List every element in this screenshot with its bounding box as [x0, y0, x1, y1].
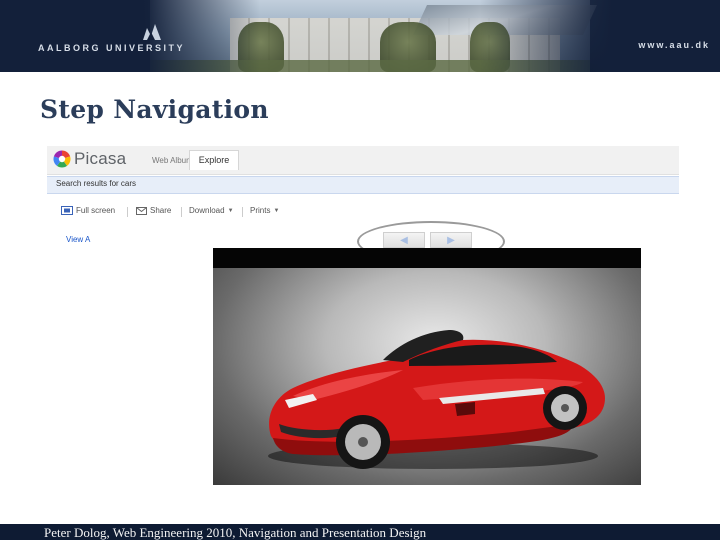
download-button[interactable]: Download ▼ — [189, 206, 234, 215]
prints-button[interactable]: Prints ▼ — [250, 206, 279, 215]
photo-link[interactable]: View A — [66, 235, 90, 244]
prints-label: Prints — [250, 206, 271, 215]
university-banner: AALBORG UNIVERSITY www.aau.dk — [0, 0, 720, 72]
banner-fade-right — [480, 0, 720, 72]
fullscreen-button[interactable]: Full screen — [61, 206, 115, 215]
fullscreen-icon — [61, 206, 73, 215]
chevron-down-icon: ▼ — [273, 207, 280, 214]
next-photo-button[interactable]: ▶ — [430, 232, 472, 248]
university-website: www.aau.dk — [638, 40, 710, 50]
previous-photo-button[interactable]: ◀ — [383, 232, 425, 248]
share-button[interactable]: Share — [136, 206, 171, 215]
right-arrow-icon: ▶ — [447, 234, 455, 246]
search-results-text: Search results for cars — [56, 179, 137, 188]
left-arrow-icon: ◀ — [400, 234, 408, 246]
university-name: AALBORG UNIVERSITY — [38, 43, 186, 53]
fullscreen-label: Full screen — [76, 206, 116, 215]
search-results-bar: Search results for cars — [47, 176, 679, 194]
toolbar-divider — [127, 207, 128, 217]
picasa-brand[interactable]: Picasa — [74, 149, 126, 169]
slide-footer: Peter Dolog, Web Engineering 2010, Navig… — [0, 524, 720, 540]
toolbar-divider — [242, 207, 243, 217]
chevron-down-icon: ▼ — [227, 207, 234, 214]
university-logo-icon — [143, 24, 161, 40]
download-label: Download — [189, 206, 225, 215]
share-label: Share — [150, 206, 172, 215]
picasa-header: Picasa Web Albums Explore — [47, 146, 679, 175]
red-convertible-image — [269, 330, 605, 469]
banner-fade-left — [0, 0, 260, 72]
picasa-logo-icon — [53, 150, 71, 168]
slide-title: Step Navigation — [40, 95, 269, 124]
tab-explore[interactable]: Explore — [189, 150, 239, 170]
footer-text: Peter Dolog, Web Engineering 2010, Navig… — [44, 525, 427, 540]
car-photo[interactable] — [213, 248, 641, 485]
toolbar-divider — [181, 207, 182, 217]
envelope-icon — [136, 206, 147, 215]
